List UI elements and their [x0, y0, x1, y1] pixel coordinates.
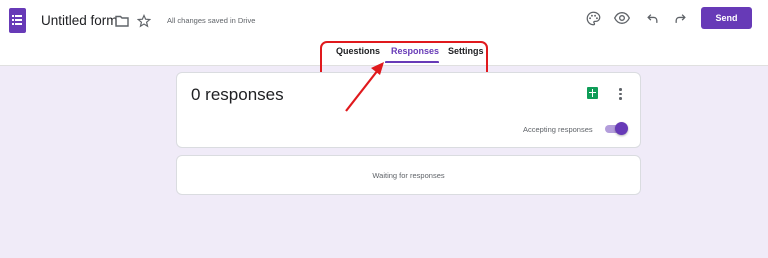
send-button[interactable]: Send: [701, 7, 752, 29]
waiting-for-responses-text: Waiting for responses: [372, 171, 445, 180]
more-vert-icon[interactable]: [618, 88, 622, 100]
save-status-text: All changes saved in Drive: [167, 16, 256, 25]
folder-icon[interactable]: [115, 14, 129, 28]
form-title[interactable]: Untitled form: [41, 13, 118, 28]
preview-eye-icon[interactable]: [614, 10, 630, 26]
redo-icon[interactable]: [673, 10, 687, 26]
toggle-knob[interactable]: [615, 122, 628, 135]
responses-summary-card: 0 responses Accepting responses: [176, 72, 641, 148]
star-icon[interactable]: [137, 14, 151, 28]
palette-icon[interactable]: [585, 10, 601, 26]
sheets-icon[interactable]: [587, 87, 598, 99]
undo-icon[interactable]: [645, 10, 659, 26]
forms-logo-icon[interactable]: [9, 8, 26, 33]
accepting-responses-label: Accepting responses: [523, 125, 593, 134]
response-count-heading: 0 responses: [191, 85, 284, 104]
waiting-card: Waiting for responses: [176, 155, 641, 195]
